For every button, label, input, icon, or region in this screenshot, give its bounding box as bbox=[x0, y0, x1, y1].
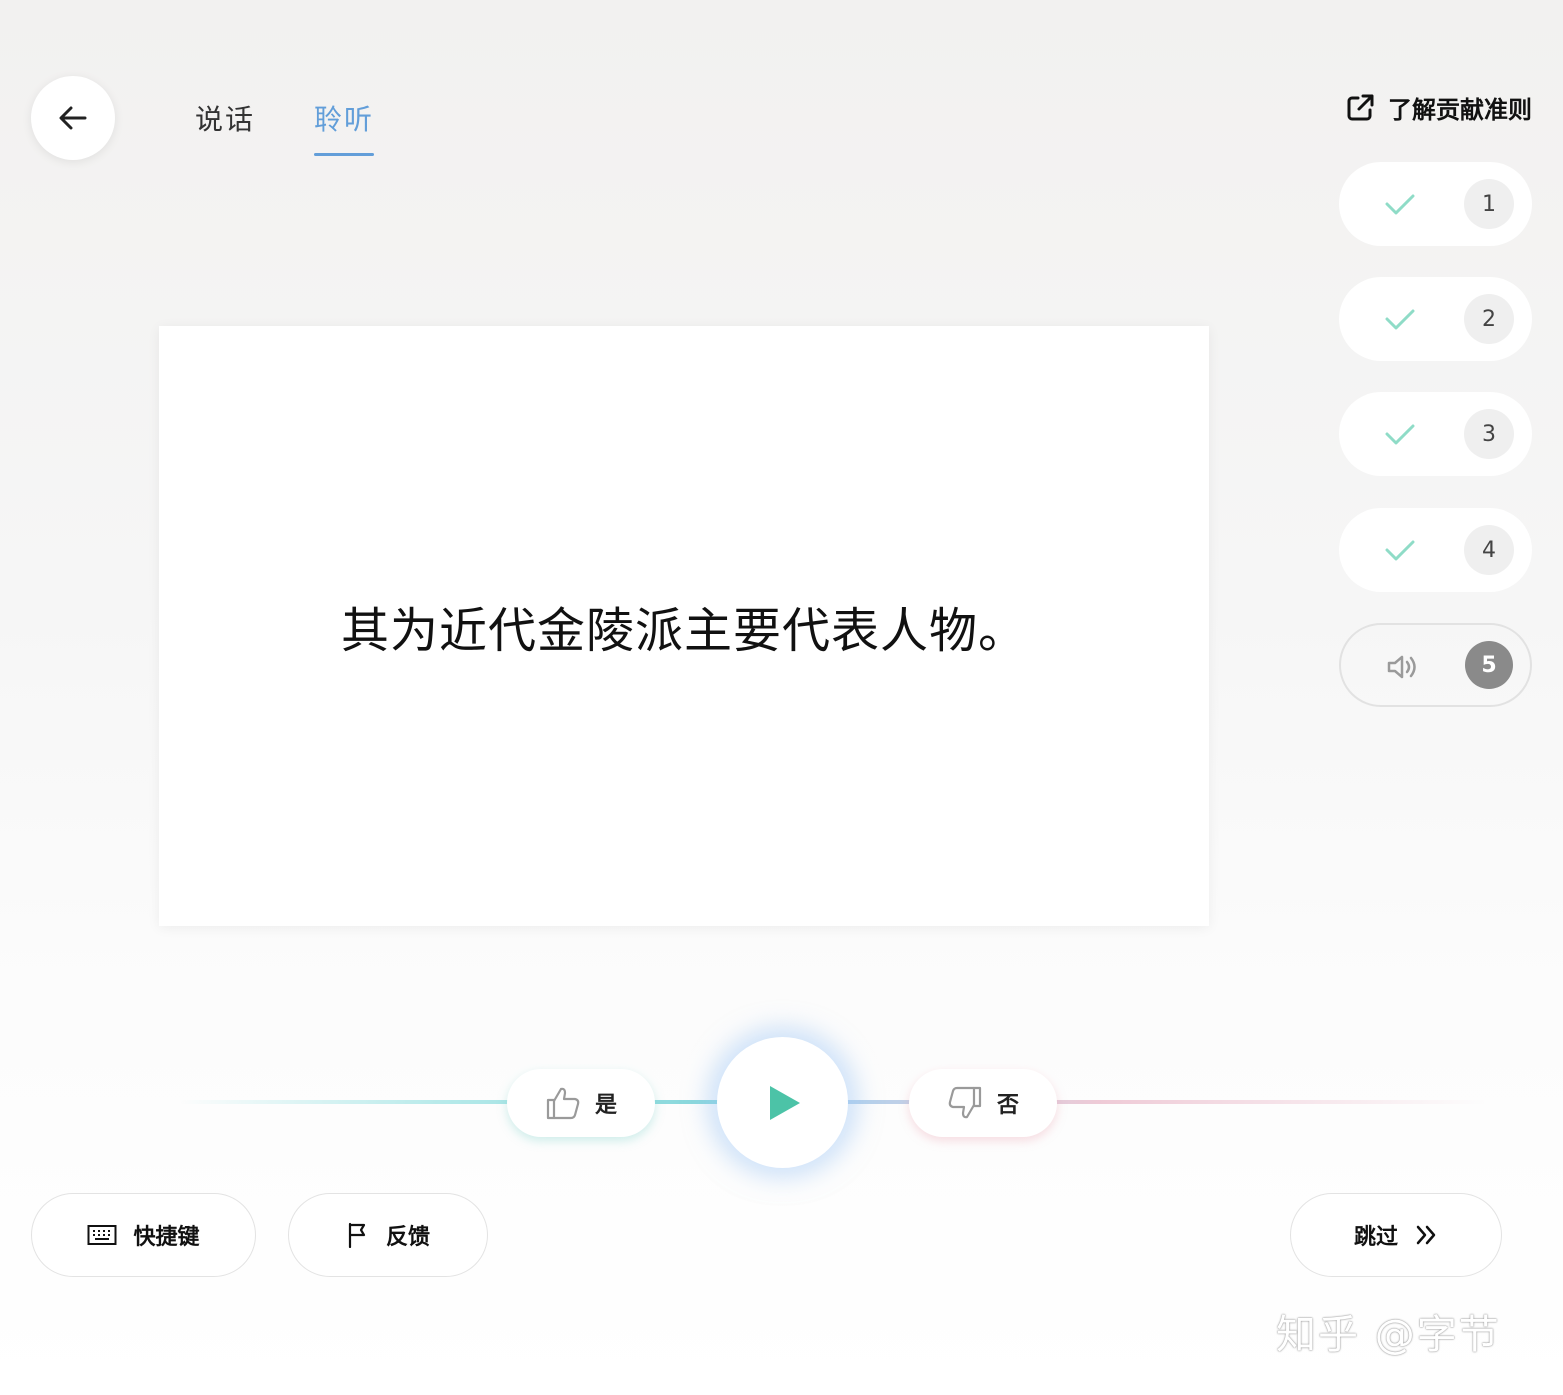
guidelines-link[interactable]: 了解贡献准则 bbox=[1344, 90, 1532, 125]
sentence-card: 其为近代金陵派主要代表人物。 bbox=[159, 326, 1209, 926]
vote-no-button[interactable]: 否 bbox=[909, 1069, 1057, 1137]
tab-listen[interactable]: 聆听 bbox=[314, 98, 374, 138]
thumbs-down-icon bbox=[948, 1086, 982, 1119]
check-icon bbox=[1385, 194, 1415, 215]
external-link-icon bbox=[1347, 94, 1374, 120]
active-tab-indicator bbox=[314, 153, 374, 156]
thumbs-up-icon bbox=[546, 1087, 580, 1120]
feedback-label: 反馈 bbox=[385, 1225, 430, 1250]
vote-no-label: 否 bbox=[996, 1093, 1019, 1118]
clip-number: 3 bbox=[1464, 409, 1514, 459]
tab-speak[interactable]: 说话 bbox=[195, 98, 255, 138]
check-icon bbox=[1385, 424, 1415, 445]
arrow-left-icon bbox=[59, 106, 87, 130]
speaker-icon bbox=[1387, 655, 1416, 679]
clip-number: 5 bbox=[1465, 641, 1513, 689]
check-icon bbox=[1385, 540, 1415, 561]
watermark: 知乎 @字节 bbox=[1276, 1312, 1501, 1358]
shortcuts-button[interactable]: 快捷键 bbox=[31, 1193, 256, 1277]
shortcuts-label: 快捷键 bbox=[133, 1225, 200, 1250]
double-chevron-right-icon bbox=[1416, 1225, 1436, 1245]
skip-button[interactable]: 跳过 bbox=[1290, 1193, 1502, 1277]
play-icon bbox=[769, 1085, 800, 1120]
flag-icon bbox=[348, 1222, 366, 1248]
clip-number: 1 bbox=[1464, 179, 1514, 229]
sentence-text: 其为近代金陵派主要代表人物。 bbox=[340, 603, 1027, 659]
clip-pill-1[interactable]: 1 bbox=[1339, 162, 1532, 246]
vote-yes-label: 是 bbox=[594, 1093, 617, 1118]
guidelines-label: 了解贡献准则 bbox=[1388, 96, 1532, 124]
keyboard-icon bbox=[87, 1225, 117, 1245]
clip-pill-4[interactable]: 4 bbox=[1339, 508, 1532, 592]
clip-number: 4 bbox=[1464, 525, 1514, 575]
feedback-button[interactable]: 反馈 bbox=[288, 1193, 488, 1277]
check-icon bbox=[1385, 309, 1415, 330]
clip-pill-3[interactable]: 3 bbox=[1339, 392, 1532, 476]
clip-pill-5[interactable]: 5 bbox=[1339, 623, 1532, 707]
clip-pill-2[interactable]: 2 bbox=[1339, 277, 1532, 361]
back-button[interactable] bbox=[31, 76, 115, 160]
play-button[interactable] bbox=[717, 1037, 848, 1168]
vote-yes-button[interactable]: 是 bbox=[507, 1069, 655, 1137]
clip-number: 2 bbox=[1464, 294, 1514, 344]
skip-label: 跳过 bbox=[1353, 1225, 1398, 1250]
